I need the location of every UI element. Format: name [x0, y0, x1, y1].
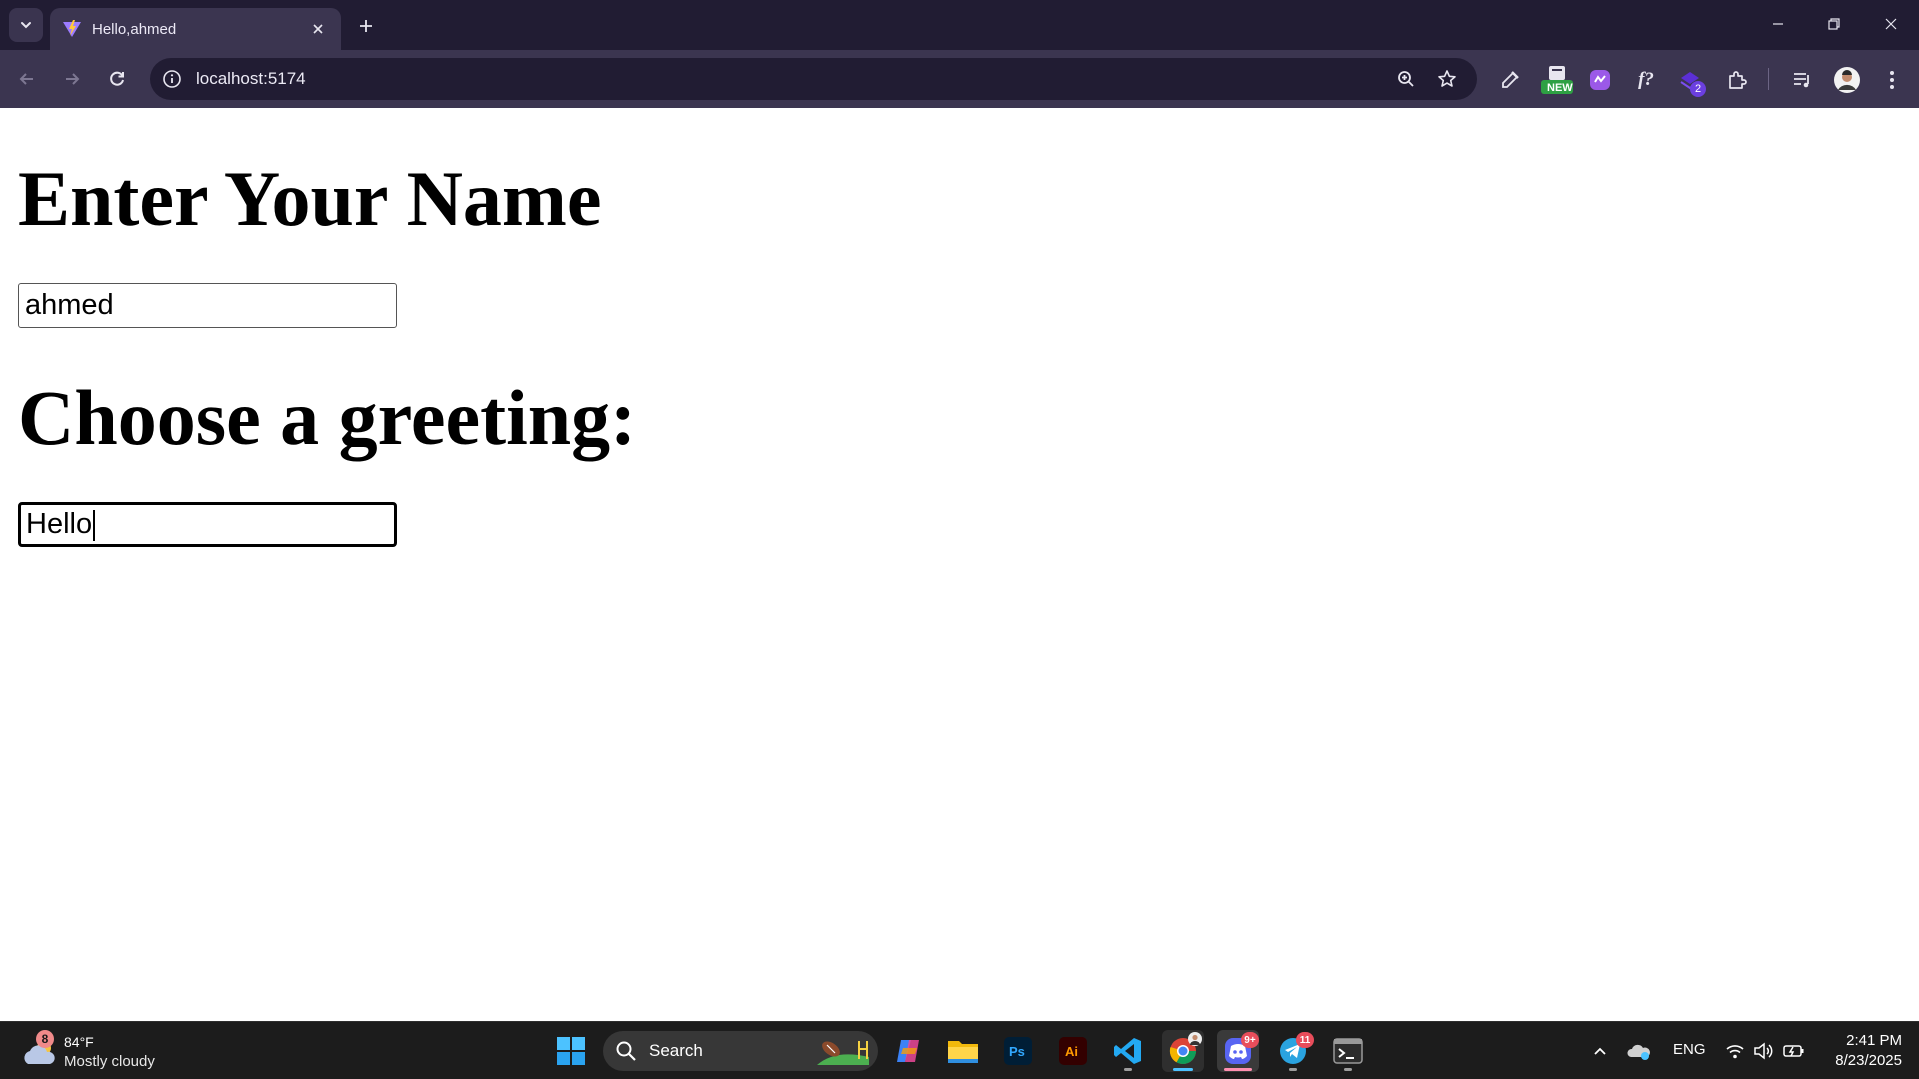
profile-avatar[interactable]	[1832, 65, 1862, 95]
reload-icon	[110, 71, 124, 86]
active-indicator	[1173, 1068, 1193, 1071]
telegram-notification-badge: 11	[1296, 1032, 1314, 1048]
svg-text:Ai: Ai	[1065, 1044, 1078, 1059]
zoom-icon[interactable]	[1394, 67, 1418, 91]
clock-date: 8/23/2025	[1835, 1052, 1902, 1069]
extension-count-badge: 2	[1690, 81, 1706, 97]
svg-text:Ps: Ps	[1009, 1044, 1025, 1059]
tab-title: Hello,ahmed	[92, 20, 177, 38]
chrome-app[interactable]	[1162, 1030, 1204, 1072]
windows-start-icon[interactable]	[556, 1036, 586, 1066]
weather-widget[interactable]: 8 84°F Mostly cloudy	[20, 1030, 170, 1074]
extensions-puzzle-icon[interactable]	[1722, 65, 1752, 95]
volume-icon[interactable]	[1750, 1038, 1776, 1064]
arrow-right-icon	[66, 73, 80, 85]
greeting-input[interactable]: Hello	[18, 502, 397, 547]
onedrive-cloud-icon[interactable]	[1626, 1038, 1652, 1064]
browser-menu-icon[interactable]	[1877, 65, 1907, 95]
browser-titlebar: Hello,ahmed	[0, 0, 1919, 50]
running-indicator	[1124, 1068, 1132, 1071]
tab-close-button[interactable]	[307, 18, 329, 40]
back-button[interactable]	[11, 63, 43, 95]
chrome-profile-avatar	[1188, 1032, 1202, 1046]
taskbar-search[interactable]: Search	[603, 1031, 878, 1071]
search-highlight-art-icon	[817, 1041, 869, 1065]
search-icon	[616, 1041, 636, 1061]
url-text: localhost:5174	[196, 69, 306, 88]
browser-tab[interactable]: Hello,ahmed	[50, 8, 341, 50]
greeting-input-value: Hello	[26, 508, 93, 540]
reload-button[interactable]	[101, 63, 133, 95]
purple-extension-icon[interactable]	[1585, 65, 1615, 95]
vite-favicon-icon	[63, 20, 81, 37]
greeting-heading: Choose a greeting:	[18, 374, 637, 461]
name-heading: Enter Your Name	[18, 155, 602, 242]
system-clock[interactable]: 2:41 PM 8/23/2025	[1822, 1031, 1902, 1071]
site-info-icon[interactable]	[160, 67, 184, 91]
text-caret	[93, 509, 95, 541]
active-indicator	[1224, 1068, 1252, 1071]
running-indicator	[1289, 1068, 1297, 1071]
minimize-button[interactable]	[1758, 8, 1798, 40]
new-tab-button[interactable]	[352, 12, 380, 40]
search-label: Search	[649, 1041, 703, 1060]
terminal-app[interactable]	[1327, 1030, 1369, 1072]
weather-temperature: 84°F	[64, 1034, 94, 1050]
address-bar[interactable]: localhost:5174	[150, 58, 1477, 100]
running-indicator	[1344, 1068, 1352, 1071]
close-icon	[313, 24, 323, 34]
wifi-icon[interactable]	[1722, 1038, 1748, 1064]
media-control-icon[interactable]	[1787, 65, 1817, 95]
font-extension-icon[interactable]: f?	[1631, 65, 1661, 95]
battery-charging-icon[interactable]	[1781, 1038, 1807, 1064]
folder-icon	[948, 1041, 978, 1063]
close-icon	[1885, 18, 1897, 30]
illustrator-icon: Ai	[1059, 1037, 1087, 1065]
name-input[interactable]: ahmed	[18, 283, 397, 328]
toolbar-separator	[1768, 68, 1769, 90]
show-hidden-icons-chevron-icon[interactable]	[1587, 1038, 1613, 1064]
browser-toolbar: localhost:5174 NEW f? 2	[0, 50, 1919, 108]
stack-extension-icon[interactable]: 2	[1676, 65, 1706, 97]
page-content: Enter Your Name ahmed Choose a greeting:…	[0, 108, 1919, 1021]
tab-search-button[interactable]	[9, 8, 43, 42]
vscode-icon	[1114, 1038, 1141, 1064]
close-window-button[interactable]	[1871, 8, 1911, 40]
minimize-icon	[1773, 23, 1783, 25]
bookmark-star-icon[interactable]	[1435, 67, 1459, 91]
plus-icon	[360, 20, 372, 32]
eyedropper-extension-icon[interactable]	[1495, 65, 1525, 95]
file-explorer-app[interactable]	[942, 1030, 984, 1072]
weather-alert-badge: 8	[36, 1030, 54, 1048]
forward-button[interactable]	[56, 63, 88, 95]
new-badge-text: NEW	[1547, 82, 1573, 94]
illustrator-app[interactable]: Ai	[1052, 1030, 1094, 1072]
discord-notification-badge: 9+	[1241, 1032, 1259, 1048]
restore-button[interactable]	[1814, 8, 1854, 40]
arrow-left-icon	[19, 73, 33, 85]
name-input-value: ahmed	[25, 289, 114, 321]
photoshop-icon: Ps	[1004, 1037, 1032, 1065]
photoshop-app[interactable]: Ps	[997, 1030, 1039, 1072]
restore-icon	[1828, 18, 1840, 30]
language-indicator[interactable]: ENG	[1673, 1041, 1706, 1058]
chevron-down-icon	[21, 22, 31, 29]
copilot-app[interactable]	[887, 1030, 929, 1072]
vscode-app[interactable]	[1107, 1030, 1149, 1072]
discord-app[interactable]: 9+	[1217, 1030, 1259, 1072]
new-extension-icon[interactable]: NEW	[1539, 65, 1575, 95]
windows-taskbar: 8 84°F Mostly cloudy Search Ps Ai 9+ 11 …	[0, 1021, 1919, 1079]
clock-time: 2:41 PM	[1846, 1032, 1902, 1049]
telegram-app[interactable]: 11	[1272, 1030, 1314, 1072]
copilot-icon	[897, 1040, 919, 1062]
weather-condition: Mostly cloudy	[64, 1053, 155, 1070]
terminal-icon	[1333, 1038, 1363, 1064]
